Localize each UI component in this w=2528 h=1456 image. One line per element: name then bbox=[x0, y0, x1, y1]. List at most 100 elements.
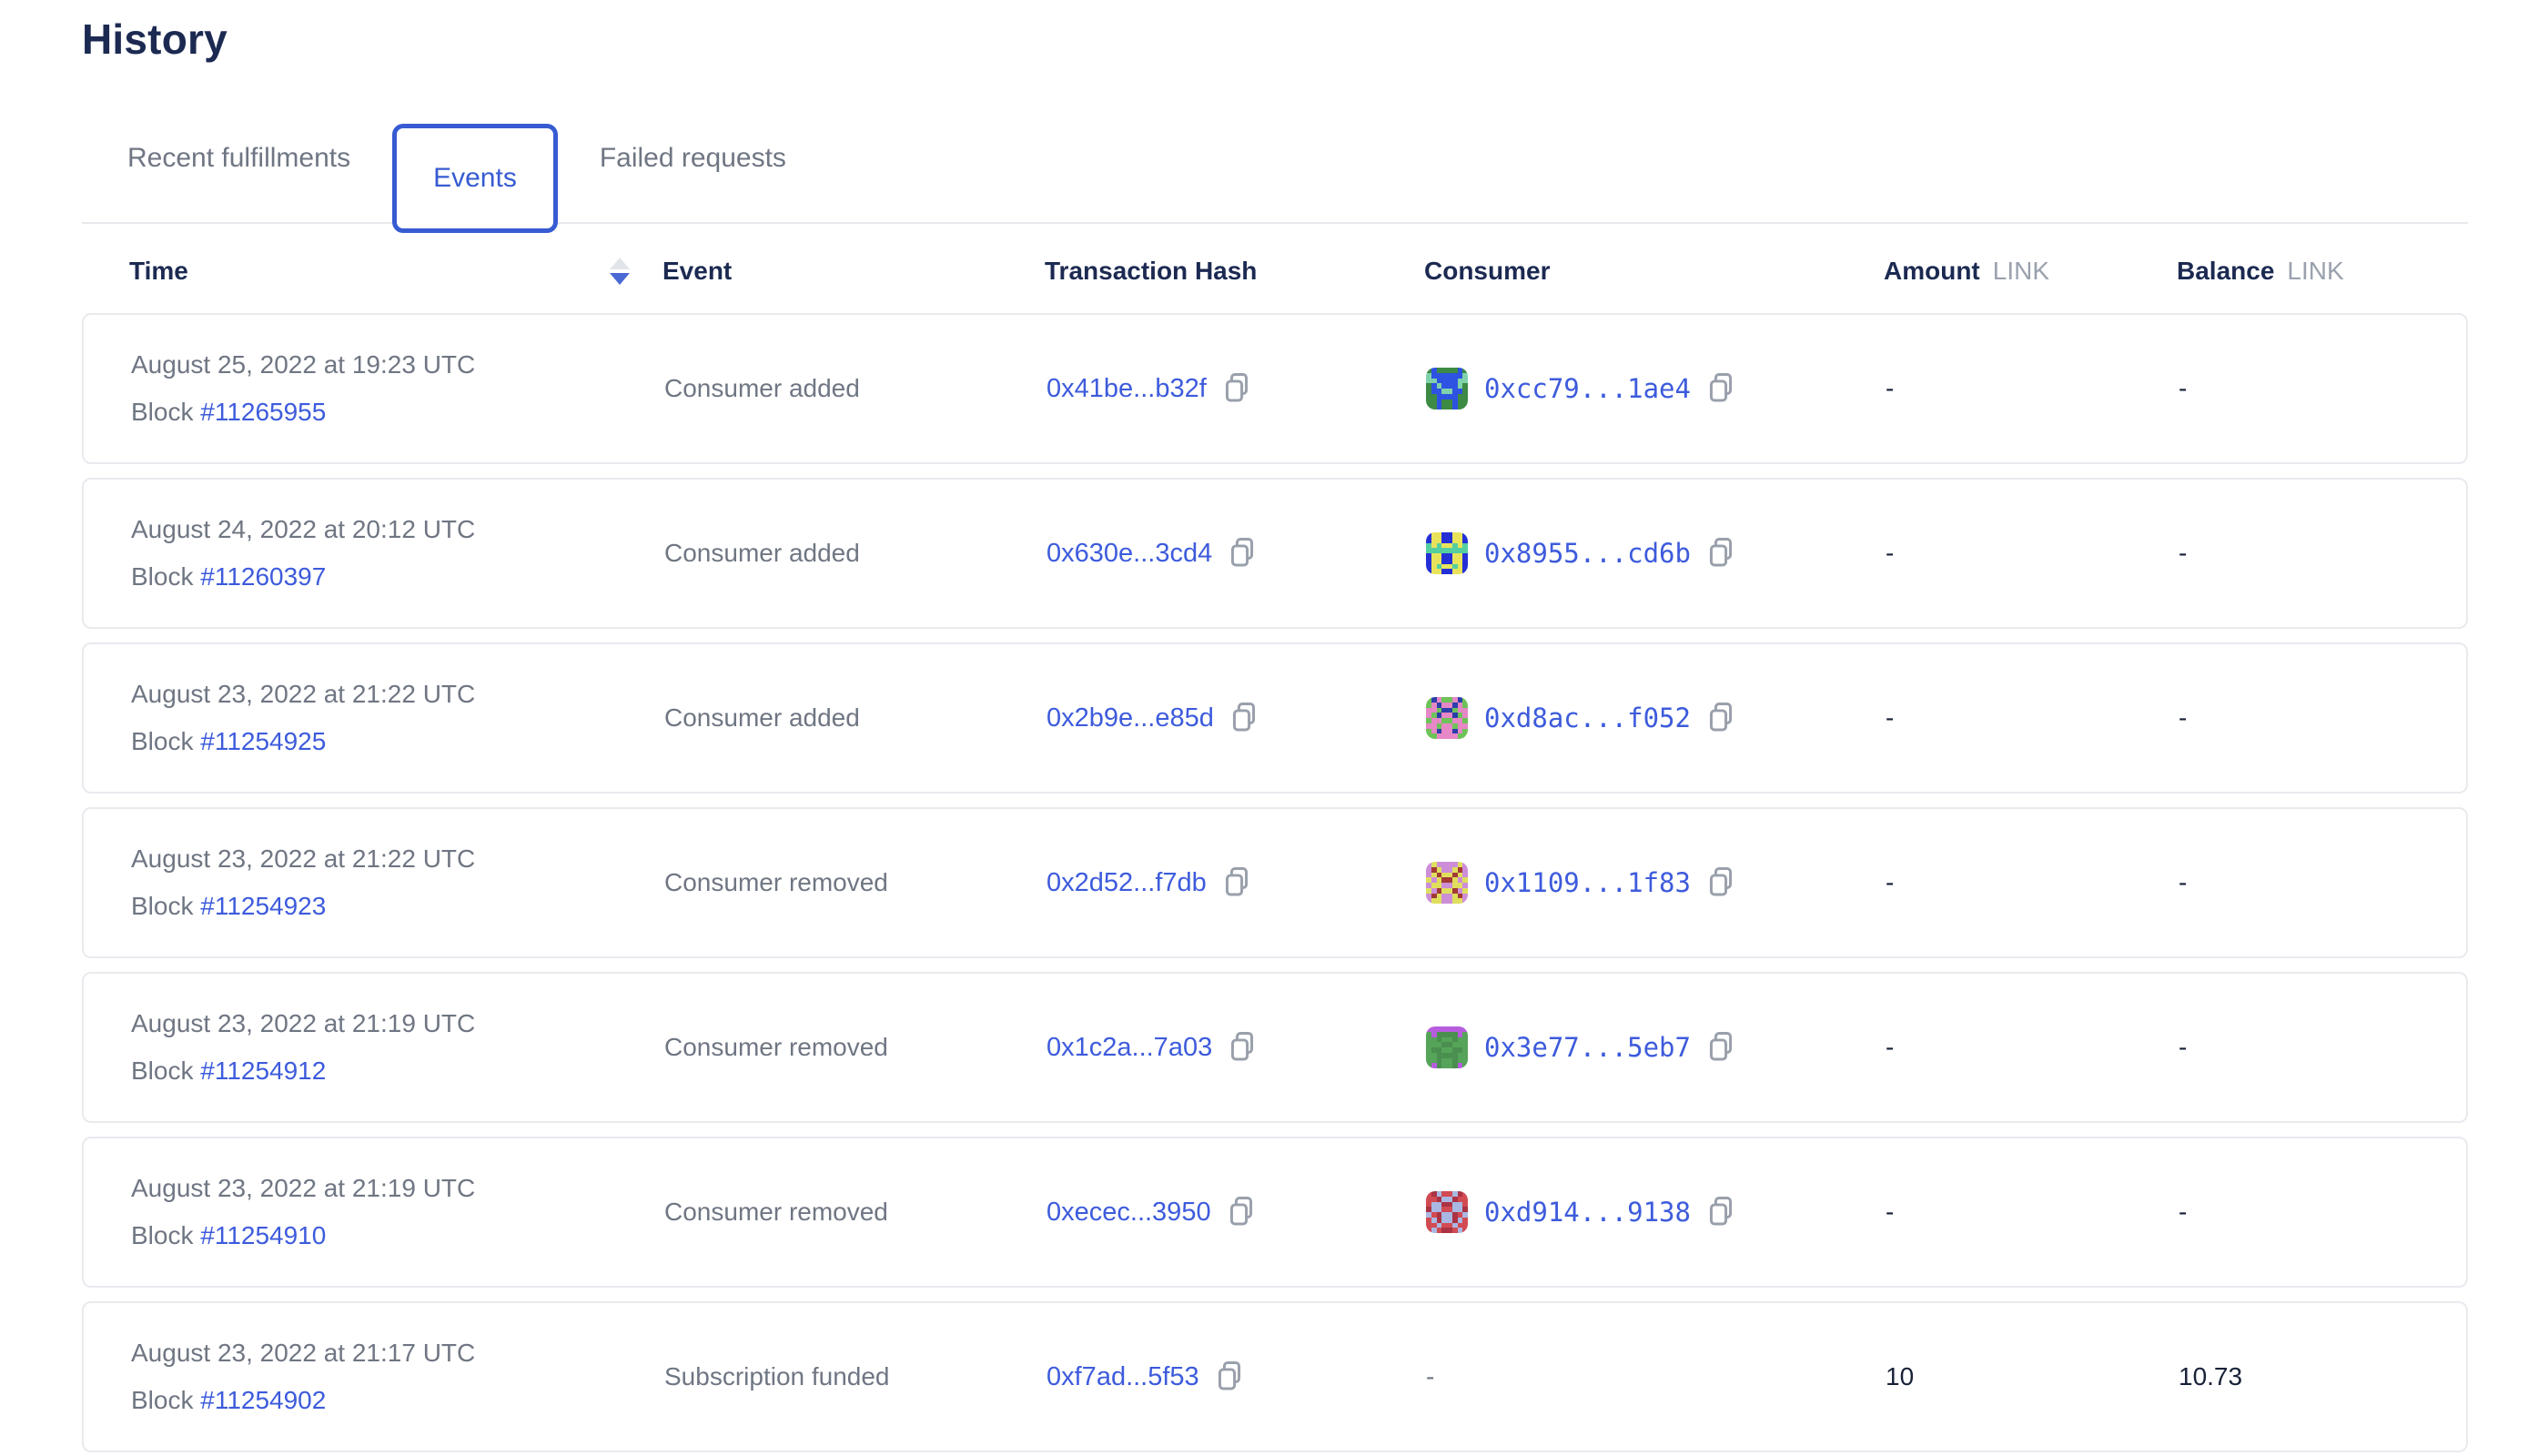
transaction-hash-link[interactable]: 0x630e...3cd4 bbox=[1047, 539, 1212, 569]
table-row: August 23, 2022 at 21:19 UTC Block #1125… bbox=[82, 972, 2468, 1123]
transaction-hash-cell: 0x630e...3cd4 bbox=[1047, 537, 1426, 570]
event-timestamp: August 23, 2022 at 21:17 UTC bbox=[131, 1339, 664, 1368]
amount-unit-label: LINK bbox=[1993, 257, 2049, 286]
block-number-link[interactable]: #11254902 bbox=[200, 1386, 326, 1414]
consumer-cell: - bbox=[1426, 1362, 1886, 1391]
transaction-hash-link[interactable]: 0x41be...b32f bbox=[1047, 374, 1207, 404]
consumer-empty-dash: - bbox=[1426, 1362, 1434, 1391]
block-number-link[interactable]: #11254910 bbox=[200, 1221, 326, 1249]
copy-icon[interactable] bbox=[1229, 1031, 1256, 1064]
time-cell: August 23, 2022 at 21:17 UTC Block #1125… bbox=[131, 1339, 664, 1415]
balance-value: 10.73 bbox=[2179, 1362, 2430, 1391]
copy-icon[interactable] bbox=[1707, 1031, 1734, 1064]
transaction-hash-cell: 0xecec...3950 bbox=[1047, 1196, 1426, 1228]
copy-icon[interactable] bbox=[1216, 1360, 1243, 1393]
column-header-balance-label: Balance bbox=[2177, 257, 2274, 286]
consumer-cell: 0x3e77...5eb7 bbox=[1426, 1026, 1886, 1068]
consumer-blockie-avatar bbox=[1426, 862, 1468, 904]
block-line: Block #11260397 bbox=[131, 562, 664, 592]
block-number-link[interactable]: #11265955 bbox=[200, 398, 326, 426]
balance-value: - bbox=[2179, 1033, 2430, 1062]
column-header-balance: Balance LINK bbox=[2177, 257, 2432, 286]
event-type-label: Subscription funded bbox=[664, 1362, 1047, 1391]
consumer-address-link[interactable]: 0x1109...1f83 bbox=[1484, 867, 1691, 898]
consumer-cell: 0xd914...9138 bbox=[1426, 1191, 1886, 1233]
event-timestamp: August 23, 2022 at 21:19 UTC bbox=[131, 1009, 664, 1038]
transaction-hash-link[interactable]: 0xf7ad...5f53 bbox=[1047, 1362, 1199, 1392]
table-row: August 23, 2022 at 21:17 UTC Block #1125… bbox=[82, 1301, 2468, 1452]
consumer-address-link[interactable]: 0xd8ac...f052 bbox=[1484, 703, 1691, 733]
column-header-event: Event bbox=[662, 257, 1045, 286]
column-header-amount: Amount LINK bbox=[1884, 257, 2177, 286]
sort-up-arrow-icon bbox=[610, 258, 630, 269]
consumer-address-link[interactable]: 0x8955...cd6b bbox=[1484, 538, 1691, 569]
copy-icon[interactable] bbox=[1707, 702, 1734, 734]
consumer-address-link[interactable]: 0xd914...9138 bbox=[1484, 1197, 1691, 1228]
transaction-hash-link[interactable]: 0x1c2a...7a03 bbox=[1047, 1033, 1212, 1063]
block-number-link[interactable]: #11254923 bbox=[200, 892, 326, 920]
block-label: Block bbox=[131, 1057, 200, 1085]
balance-value: - bbox=[2179, 1198, 2430, 1227]
event-timestamp: August 23, 2022 at 21:22 UTC bbox=[131, 680, 664, 709]
copy-icon[interactable] bbox=[1223, 372, 1250, 405]
consumer-blockie-avatar bbox=[1426, 368, 1468, 410]
column-header-transaction-hash: Transaction Hash bbox=[1045, 257, 1424, 286]
amount-value: - bbox=[1886, 703, 2179, 733]
block-label: Block bbox=[131, 727, 200, 755]
tab-failed-requests[interactable]: Failed requests bbox=[600, 143, 786, 174]
sort-descending-icon[interactable] bbox=[610, 258, 630, 285]
balance-value: - bbox=[2179, 868, 2430, 897]
events-table-body: August 25, 2022 at 19:23 UTC Block #1126… bbox=[82, 313, 2468, 1452]
copy-icon[interactable] bbox=[1707, 372, 1734, 405]
time-cell: August 23, 2022 at 21:19 UTC Block #1125… bbox=[131, 1174, 664, 1250]
balance-value: - bbox=[2179, 374, 2430, 403]
balance-unit-label: LINK bbox=[2287, 257, 2343, 286]
transaction-hash-cell: 0x2d52...f7db bbox=[1047, 866, 1426, 899]
column-header-time-label: Time bbox=[129, 257, 188, 286]
transaction-hash-cell: 0x41be...b32f bbox=[1047, 372, 1426, 405]
event-type-label: Consumer added bbox=[664, 539, 1047, 568]
transaction-hash-link[interactable]: 0x2d52...f7db bbox=[1047, 868, 1207, 898]
consumer-address-link[interactable]: 0xcc79...1ae4 bbox=[1484, 373, 1691, 404]
consumer-cell: 0x1109...1f83 bbox=[1426, 862, 1886, 904]
event-timestamp: August 25, 2022 at 19:23 UTC bbox=[131, 350, 664, 379]
balance-value: - bbox=[2179, 703, 2430, 733]
block-label: Block bbox=[131, 1386, 200, 1414]
copy-icon[interactable] bbox=[1229, 537, 1256, 570]
event-type-label: Consumer added bbox=[664, 374, 1047, 403]
consumer-blockie-avatar bbox=[1426, 1191, 1468, 1233]
event-timestamp: August 23, 2022 at 21:22 UTC bbox=[131, 844, 664, 874]
consumer-cell: 0x8955...cd6b bbox=[1426, 532, 1886, 574]
copy-icon[interactable] bbox=[1707, 537, 1734, 570]
table-row: August 23, 2022 at 21:19 UTC Block #1125… bbox=[82, 1137, 2468, 1288]
tab-events[interactable]: Events bbox=[392, 124, 558, 233]
event-type-label: Consumer added bbox=[664, 703, 1047, 733]
block-number-link[interactable]: #11254912 bbox=[200, 1057, 326, 1085]
history-page: History Recent fulfillments Events Faile… bbox=[0, 0, 2528, 1456]
transaction-hash-cell: 0xf7ad...5f53 bbox=[1047, 1360, 1426, 1393]
consumer-cell: 0xcc79...1ae4 bbox=[1426, 368, 1886, 410]
amount-value: - bbox=[1886, 1198, 2179, 1227]
consumer-blockie-avatar bbox=[1426, 532, 1468, 574]
transaction-hash-link[interactable]: 0x2b9e...e85d bbox=[1047, 703, 1214, 733]
page-title: History bbox=[82, 15, 2468, 64]
tab-recent-fulfillments[interactable]: Recent fulfillments bbox=[127, 143, 350, 174]
consumer-address-link[interactable]: 0x3e77...5eb7 bbox=[1484, 1032, 1691, 1063]
event-timestamp: August 23, 2022 at 21:19 UTC bbox=[131, 1174, 664, 1203]
copy-icon[interactable] bbox=[1707, 866, 1734, 899]
consumer-cell: 0xd8ac...f052 bbox=[1426, 697, 1886, 739]
copy-icon[interactable] bbox=[1223, 866, 1250, 899]
block-line: Block #11254923 bbox=[131, 892, 664, 921]
copy-icon[interactable] bbox=[1707, 1196, 1734, 1228]
table-row: August 23, 2022 at 21:22 UTC Block #1125… bbox=[82, 642, 2468, 794]
block-number-link[interactable]: #11260397 bbox=[200, 562, 326, 591]
block-number-link[interactable]: #11254925 bbox=[200, 727, 326, 755]
copy-icon[interactable] bbox=[1228, 1196, 1255, 1228]
block-label: Block bbox=[131, 562, 200, 591]
block-line: Block #11254912 bbox=[131, 1057, 664, 1086]
copy-icon[interactable] bbox=[1230, 702, 1258, 734]
transaction-hash-link[interactable]: 0xecec...3950 bbox=[1047, 1198, 1211, 1228]
balance-value: - bbox=[2179, 539, 2430, 568]
column-header-amount-label: Amount bbox=[1884, 257, 1980, 286]
consumer-blockie-avatar bbox=[1426, 697, 1468, 739]
